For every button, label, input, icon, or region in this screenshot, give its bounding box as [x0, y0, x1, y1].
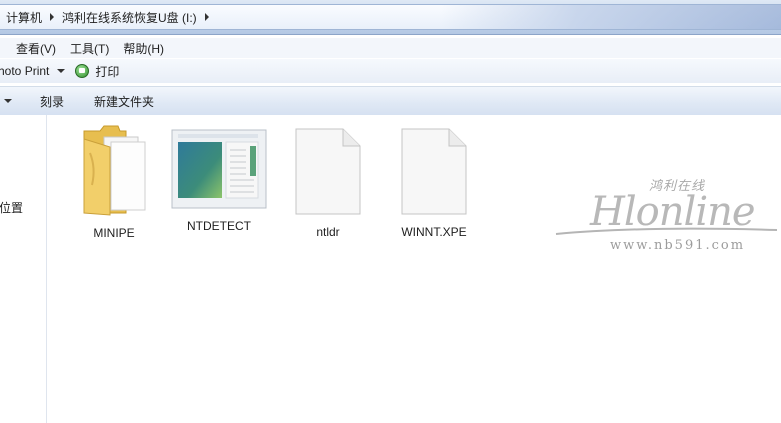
breadcrumb-drive[interactable]: 鸿利在线系统恢复U盘 (I:)	[56, 9, 203, 26]
file-item-ntldr[interactable]: ntldr	[278, 128, 378, 239]
print-button[interactable]: 打印	[75, 63, 119, 80]
file-name: WINNT.XPE	[401, 225, 467, 239]
toolbar-open-with: hoto Print 打印	[0, 59, 781, 83]
menu-help[interactable]: 帮助(H)	[123, 40, 164, 57]
watermark-logo: 鸿利在线 Hlonline www.nb591.com	[552, 162, 781, 262]
file-item-minipe[interactable]: MINIPE	[64, 123, 164, 240]
file-name: NTDETECT	[187, 219, 251, 233]
menu-bar: 查看(V) 工具(T) 帮助(H)	[0, 38, 781, 58]
watermark-swoosh	[555, 227, 778, 235]
print-label: 打印	[95, 64, 120, 79]
dropdown-arrow-icon[interactable]	[57, 69, 66, 73]
menu-view[interactable]: 查看(V)	[16, 40, 56, 57]
file-item-ntdetect[interactable]: NTDETECT	[169, 128, 269, 233]
image-thumbnail-icon	[171, 129, 267, 209]
breadcrumb-chevron-icon[interactable]	[50, 13, 55, 21]
command-bar: 刻录 新建文件夹	[0, 86, 781, 116]
breadcrumb-computer[interactable]: 计算机	[0, 9, 48, 26]
address-box[interactable]: 计算机 鸿利在线系统恢复U盘 (I:)	[0, 4, 781, 30]
new-folder-button[interactable]: 新建文件夹	[94, 93, 154, 110]
menu-tools[interactable]: 工具(T)	[70, 40, 109, 57]
organize-dropdown-icon[interactable]	[4, 99, 12, 103]
folder-icon	[83, 125, 146, 216]
burn-button[interactable]: 刻录	[40, 93, 64, 110]
file-item-winnt-xpe[interactable]: WINNT.XPE	[384, 128, 484, 239]
address-bar: 计算机 鸿利在线系统恢复U盘 (I:)	[0, 0, 781, 35]
watermark-url: www.nb591.com	[610, 238, 746, 253]
print-icon	[75, 64, 90, 78]
document-icon	[295, 128, 361, 215]
file-name: ntldr	[316, 225, 340, 239]
breadcrumb-chevron-icon[interactable]	[204, 13, 209, 21]
nav-item-locations[interactable]: 位置	[0, 199, 23, 216]
navigation-pane: 位置	[0, 115, 47, 423]
address-bar-gradient	[441, 5, 781, 29]
file-name: MINIPE	[93, 226, 135, 240]
document-icon	[401, 128, 467, 215]
open-with-button[interactable]: hoto Print	[0, 64, 49, 78]
